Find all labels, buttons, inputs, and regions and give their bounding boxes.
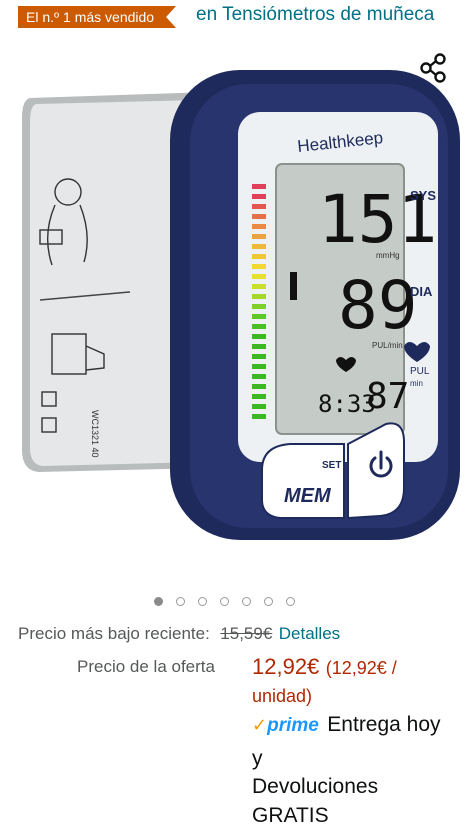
offer-price: 12,92€ — [252, 654, 320, 679]
prime-logo: prime — [267, 715, 319, 736]
offer-label-row: Precio de la oferta — [77, 657, 215, 677]
recent-low-price: 15,59€ — [220, 624, 273, 643]
recent-low-price-row: Precio más bajo reciente: 15,59€ Detalle… — [18, 624, 340, 644]
recent-low-label: Precio más bajo reciente: — [18, 624, 210, 643]
offer-label: Precio de la oferta — [77, 657, 215, 676]
returns-link-line1[interactable]: Devoluciones — [252, 775, 378, 799]
carousel-dot[interactable] — [220, 597, 229, 606]
unit-price: (12,92€ / — [325, 658, 397, 678]
offer-price-row: 12,92€ (12,92€ / — [252, 654, 397, 680]
unit-price-row: unidad) — [252, 686, 312, 707]
sys-unit: mmHg — [376, 251, 400, 260]
returns-link[interactable]: Devoluciones — [252, 775, 378, 798]
set-label: SET — [322, 460, 341, 471]
carousel-dot[interactable] — [176, 597, 185, 606]
carousel-dot[interactable] — [242, 597, 251, 606]
delivery-row: ✓prime Entrega hoy — [252, 713, 441, 737]
returns-link-line2[interactable]: GRATIS — [252, 804, 329, 828]
product-image[interactable]: WC1321 40 Healthkeep 151 SYS mmHg 89 DIA… — [0, 60, 475, 580]
delivery-text: Entrega hoy — [327, 713, 441, 736]
carousel-dot[interactable] — [264, 597, 273, 606]
sys-label: SYS — [410, 188, 436, 203]
carousel-dot[interactable] — [286, 597, 295, 606]
cuff-model-text: WC1321 40 — [90, 410, 100, 458]
pul-label: PUL — [410, 366, 430, 377]
mem-label: MEM — [284, 485, 332, 507]
carousel-dots — [154, 597, 295, 606]
pulse-readout: 87 — [366, 376, 409, 417]
and-row: y — [252, 747, 263, 771]
unit-price-suffix: unidad) — [252, 686, 313, 706]
and-text: y — [252, 747, 263, 770]
category-link[interactable]: en Tensiómetros de muñeca — [196, 4, 434, 26]
carousel-dot[interactable] — [198, 597, 207, 606]
dia-label: DIA — [410, 284, 433, 299]
prime-check-icon: ✓ — [252, 715, 268, 735]
pul-sub: min — [410, 379, 423, 388]
dia-value: 89 — [338, 267, 417, 344]
pul-unit: PUL/min — [372, 341, 403, 350]
details-link[interactable]: Detalles — [279, 624, 340, 643]
best-seller-badge[interactable]: El n.º 1 más vendido — [18, 6, 176, 28]
returns-link-free[interactable]: GRATIS — [252, 804, 329, 827]
lcd-bar — [290, 272, 297, 300]
carousel-dot[interactable] — [154, 597, 163, 606]
top-bar: El n.º 1 más vendido en Tensiómetros de … — [0, 0, 475, 34]
